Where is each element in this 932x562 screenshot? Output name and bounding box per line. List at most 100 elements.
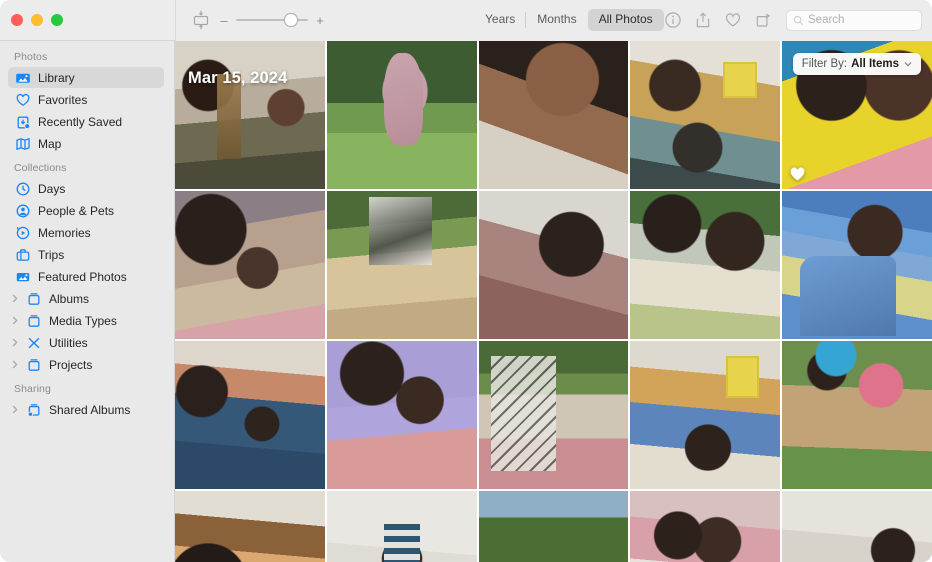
sidebar-group-sharing: Sharing Shared Albums <box>0 382 174 420</box>
memories-icon <box>15 225 31 241</box>
sidebar-item-favorites[interactable]: Favorites <box>8 89 164 110</box>
chevron-right-icon[interactable] <box>10 294 19 303</box>
photo-cell[interactable]: Mar 15, 2024 <box>175 41 325 189</box>
chevron-down-icon <box>904 62 912 67</box>
sidebar-item-shared-albums[interactable]: Shared Albums <box>8 399 164 420</box>
chevron-right-icon[interactable] <box>10 338 19 347</box>
photos-window: – + Years Months All Photos Search Photo… <box>0 0 932 562</box>
photo-cell[interactable] <box>782 191 932 339</box>
sidebar-item-trips[interactable]: Trips <box>8 244 164 265</box>
chevron-right-icon[interactable] <box>10 405 19 414</box>
favorite-badge-icon <box>790 167 805 181</box>
sidebar-item-people-and-pets[interactable]: People & Pets <box>8 200 164 221</box>
shared-album-icon <box>26 402 42 418</box>
photo-cell[interactable] <box>326 191 477 339</box>
aspect-ratio-icon[interactable] <box>190 9 212 31</box>
sidebar-item-library[interactable]: Library <box>8 67 164 88</box>
sidebar-item-label: Memories <box>38 225 91 240</box>
sidebar-item-recently-saved[interactable]: Recently Saved <box>8 111 164 132</box>
photo-grid-area[interactable]: Mar 15, 2024 Filter By: All Items <box>175 41 932 562</box>
zoom-slider[interactable] <box>236 13 308 27</box>
utilities-icon <box>26 335 42 351</box>
photo-thumbnail <box>478 341 629 489</box>
photo-cell[interactable] <box>175 341 325 489</box>
sidebar-item-media-types[interactable]: Media Types <box>8 310 164 331</box>
share-icon[interactable] <box>694 11 712 29</box>
sidebar-item-map[interactable]: Map <box>8 133 164 154</box>
photo-cell[interactable] <box>630 341 781 489</box>
date-label: Mar 15, 2024 <box>188 69 288 87</box>
rotate-icon[interactable] <box>754 11 772 29</box>
sidebar-item-label: Library <box>38 70 75 85</box>
search-icon <box>793 15 804 25</box>
filter-by-label: Filter By: <box>801 58 848 70</box>
toolbar-actions: Search <box>664 9 922 31</box>
photo-cell[interactable] <box>478 41 629 189</box>
photo-cell[interactable] <box>630 491 781 562</box>
sidebar-item-memories[interactable]: Memories <box>8 222 164 243</box>
sidebar-item-days[interactable]: Days <box>8 178 164 199</box>
photo-thumbnail <box>478 491 629 562</box>
photo-thumbnail <box>326 341 477 489</box>
view-mode-segmented-control: Years Months All Photos <box>474 9 664 31</box>
tab-months[interactable]: Months <box>525 9 587 31</box>
photo-thumbnail <box>782 491 932 562</box>
zoom-slider-knob[interactable] <box>284 13 298 27</box>
filter-by-value: All Items <box>851 58 899 70</box>
photo-thumbnail <box>478 41 629 189</box>
photo-cell[interactable] <box>478 491 629 562</box>
window-body: Photos Library Favorites Recently Saved … <box>0 41 932 562</box>
search-placeholder: Search <box>808 14 845 26</box>
tab-years[interactable]: Years <box>474 9 526 31</box>
tab-all-photos[interactable]: All Photos <box>587 9 664 31</box>
photo-cell[interactable] <box>175 491 325 562</box>
sidebar-item-label: Recently Saved <box>38 114 123 129</box>
photo-cell[interactable] <box>326 491 477 562</box>
sidebar-item-label: Favorites <box>38 92 88 107</box>
sidebar-item-albums[interactable]: Albums <box>8 288 164 309</box>
chevron-right-icon[interactable] <box>10 360 19 369</box>
close-button[interactable] <box>11 14 23 26</box>
photo-cell[interactable] <box>782 341 932 489</box>
photo-cell[interactable] <box>630 191 781 339</box>
photo-cell[interactable] <box>326 341 477 489</box>
filter-by-button[interactable]: Filter By: All Items <box>792 53 921 75</box>
photo-cell[interactable] <box>478 191 629 339</box>
maximize-button[interactable] <box>51 14 63 26</box>
favorite-icon[interactable] <box>724 11 742 29</box>
photo-thumbnail <box>478 191 629 339</box>
photo-cell[interactable] <box>175 191 325 339</box>
zoom-out-button[interactable]: – <box>219 14 229 27</box>
sidebar-group-photos: Photos Library Favorites Recently Saved … <box>0 50 174 154</box>
sidebar-item-label: People & Pets <box>38 203 115 218</box>
sidebar-item-label: Media Types <box>49 313 117 328</box>
photo-cell[interactable] <box>782 491 932 562</box>
info-icon[interactable] <box>664 11 682 29</box>
chevron-right-icon[interactable] <box>10 316 19 325</box>
photo-grid: Mar 15, 2024 <box>175 41 932 562</box>
photo-thumbnail <box>630 491 781 562</box>
sidebar-item-label: Trips <box>38 247 65 262</box>
sidebar-item-label: Map <box>38 136 62 151</box>
sidebar-item-label: Projects <box>49 357 93 372</box>
person-icon <box>15 203 31 219</box>
photo-cell[interactable] <box>326 41 477 189</box>
zoom-in-button[interactable]: + <box>315 14 325 27</box>
map-icon <box>15 136 31 152</box>
sidebar-item-label: Albums <box>49 291 90 306</box>
sidebar-item-featured-photos[interactable]: Featured Photos <box>8 266 164 287</box>
photo-thumbnail <box>782 191 932 339</box>
sidebar-item-projects[interactable]: Projects <box>8 354 164 375</box>
recently-saved-icon <box>15 114 31 130</box>
photo-thumbnail <box>630 191 781 339</box>
search-field[interactable]: Search <box>786 9 922 31</box>
minimize-button[interactable] <box>31 14 43 26</box>
titlebar: – + Years Months All Photos Search <box>0 0 932 41</box>
photo-thumbnail <box>175 341 325 489</box>
library-icon <box>15 70 31 86</box>
photo-thumbnail <box>175 41 325 189</box>
sidebar-item-utilities[interactable]: Utilities <box>8 332 164 353</box>
photo-cell[interactable] <box>630 41 781 189</box>
photo-cell[interactable] <box>478 341 629 489</box>
photo-icon <box>15 269 31 285</box>
